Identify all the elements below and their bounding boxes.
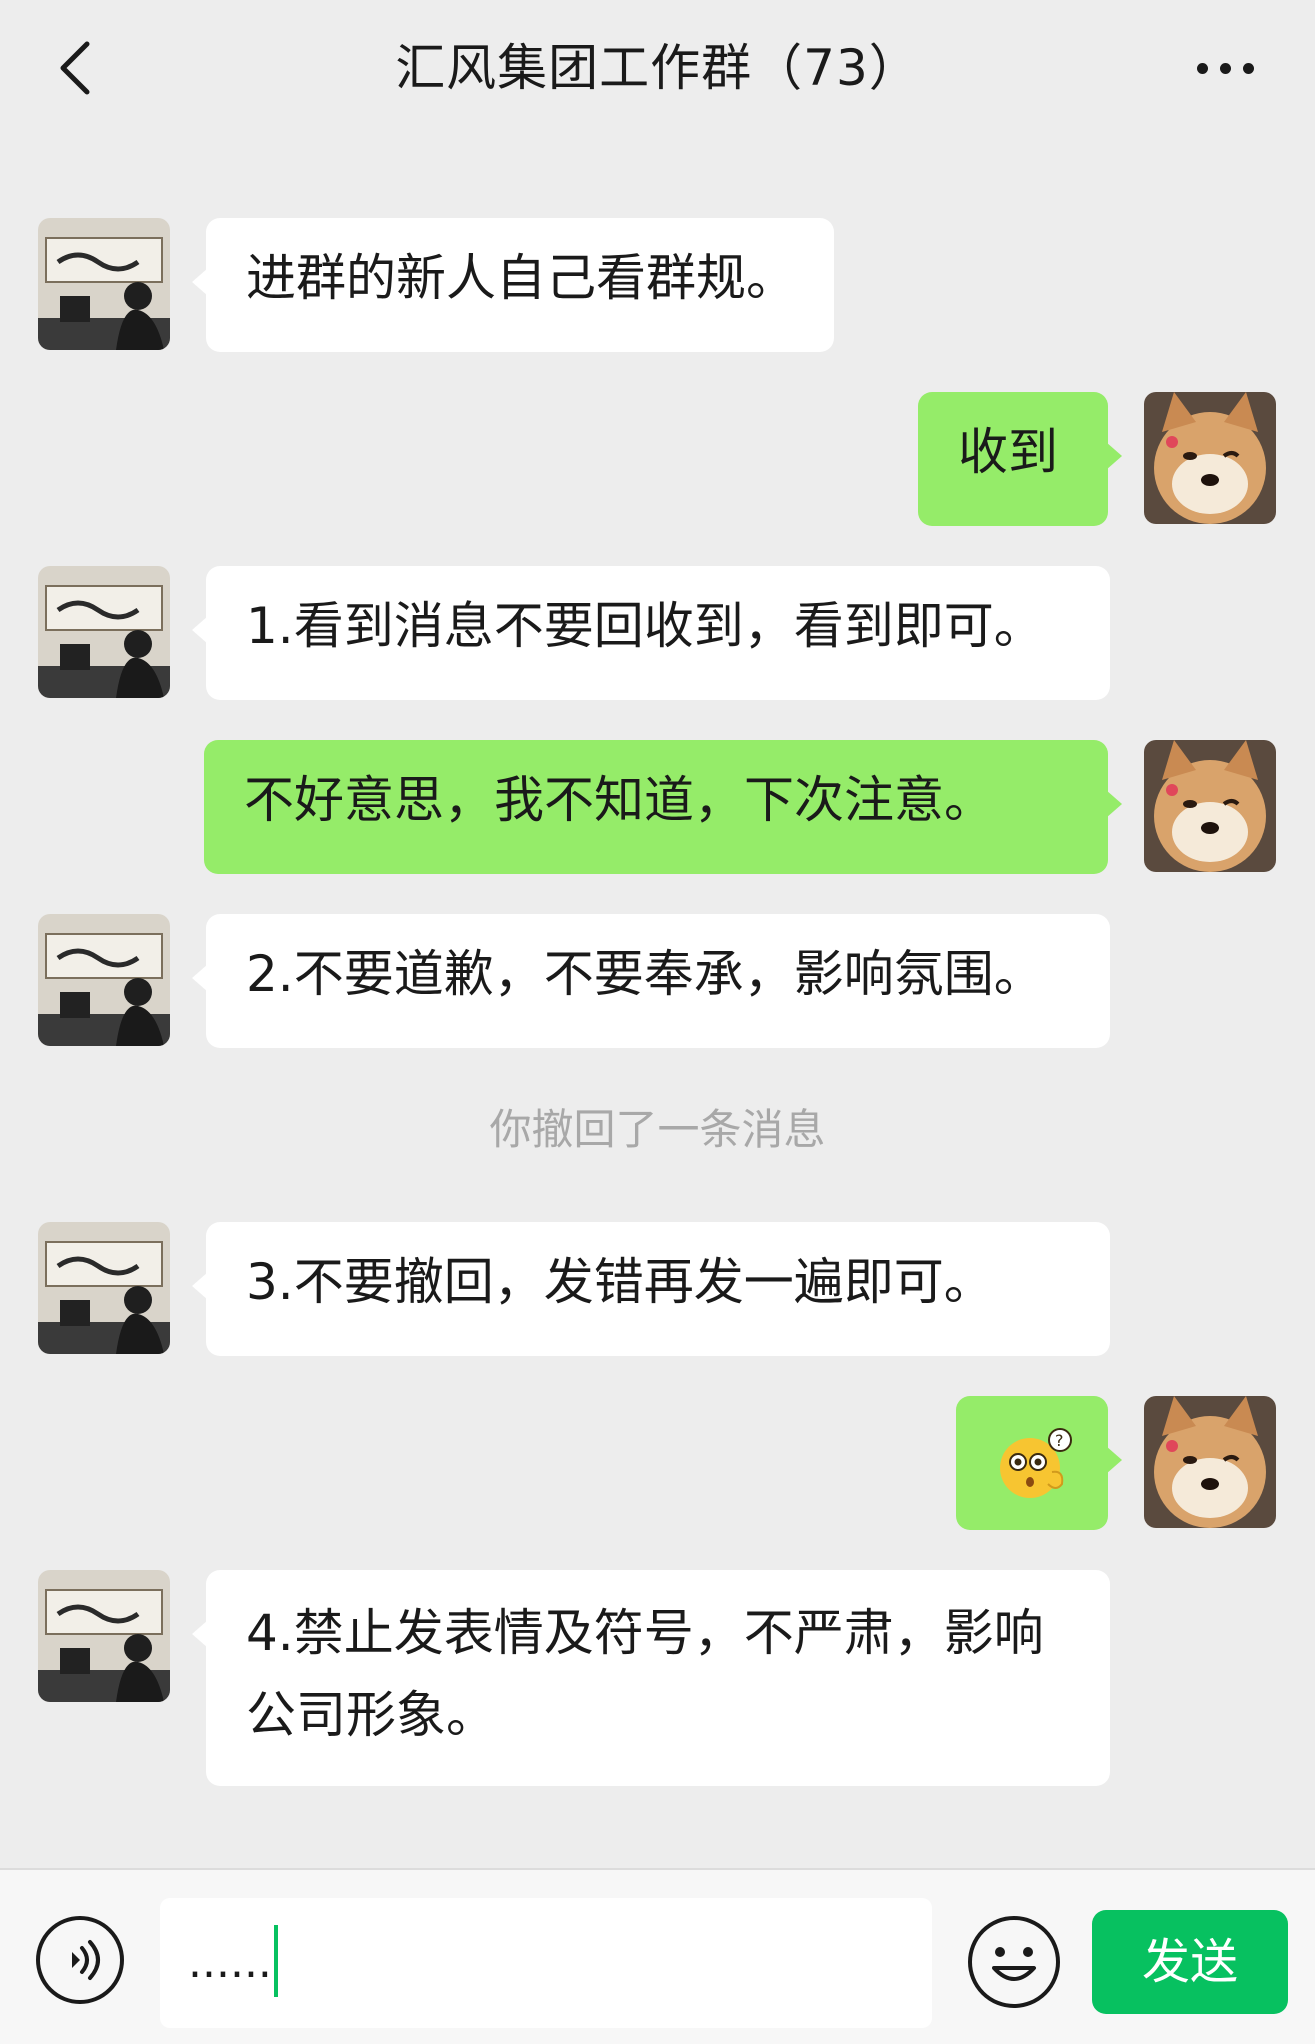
recall-notice: 你撤回了一条消息 bbox=[489, 1105, 826, 1154]
message-text: 2.不要道歉，不要奉承，影响氛围。 bbox=[246, 945, 1044, 1003]
more-dot bbox=[1219, 62, 1231, 74]
emoji-icon bbox=[992, 1947, 1036, 1981]
message-input[interactable]: ...... bbox=[160, 1898, 932, 2028]
message-text: 不好意思，我不知道，下次注意。 bbox=[244, 771, 994, 829]
boss-avatar-image bbox=[38, 1222, 170, 1354]
more-dot bbox=[1242, 62, 1254, 74]
message-bubble-incoming[interactable]: 4.禁止发表情及符号，不严肃，影响公司形象。 bbox=[192, 1570, 1110, 1786]
emoji-button[interactable] bbox=[968, 1916, 1060, 2008]
shiba-avatar-image bbox=[1144, 740, 1276, 872]
voice-button[interactable] bbox=[36, 1916, 124, 2004]
text-caret bbox=[273, 1925, 278, 1997]
avatar-boss[interactable] bbox=[38, 566, 170, 698]
message-bubble-incoming[interactable]: 进群的新人自己看群规。 bbox=[192, 218, 834, 352]
avatar-boss[interactable] bbox=[38, 218, 170, 350]
avatar-me[interactable] bbox=[1144, 392, 1276, 524]
more-button[interactable] bbox=[1175, 38, 1275, 98]
avatar-boss[interactable] bbox=[38, 1570, 170, 1702]
shiba-avatar-image bbox=[1144, 1396, 1276, 1528]
message-bubble-incoming[interactable]: 3.不要撤回，发错再发一遍即可。 bbox=[192, 1222, 1110, 1356]
input-bar: ...... 发送 bbox=[0, 1868, 1315, 2044]
avatar-boss[interactable] bbox=[38, 1222, 170, 1354]
send-button[interactable]: 发送 bbox=[1092, 1910, 1288, 2014]
shiba-avatar-image bbox=[1144, 392, 1276, 524]
message-input-value: ...... bbox=[188, 1937, 272, 1988]
more-dots-icon bbox=[1196, 62, 1208, 74]
chat-title: 汇风集团工作群（73） bbox=[395, 39, 920, 97]
message-bubble-incoming[interactable]: 1.看到消息不要回收到，看到即可。 bbox=[192, 566, 1110, 700]
avatar-boss[interactable] bbox=[38, 914, 170, 1046]
avatar-me[interactable] bbox=[1144, 1396, 1276, 1528]
message-text: 4.禁止发表情及符号，不严肃，影响公司形象。 bbox=[246, 1604, 1044, 1744]
boss-avatar-image bbox=[38, 914, 170, 1046]
avatar-me[interactable] bbox=[1144, 740, 1276, 872]
message-bubble-outgoing[interactable]: 不好意思，我不知道，下次注意。 bbox=[204, 740, 1122, 874]
confused-face-emoji: ? bbox=[1000, 1428, 1072, 1498]
message-text: 进群的新人自己看群规。 bbox=[246, 249, 796, 307]
voice-icon bbox=[72, 1940, 100, 1980]
message-bubble-outgoing[interactable]: ? bbox=[956, 1396, 1122, 1530]
boss-avatar-image bbox=[38, 218, 170, 350]
message-bubble-outgoing[interactable]: 收到 bbox=[918, 392, 1122, 526]
message-text: 3.不要撤回，发错再发一遍即可。 bbox=[246, 1253, 994, 1311]
svg-text:?: ? bbox=[1055, 1431, 1064, 1450]
message-text: 收到 bbox=[958, 423, 1058, 481]
chat-header: 汇风集团工作群（73） bbox=[0, 0, 1315, 140]
boss-avatar-image bbox=[38, 566, 170, 698]
message-text: 1.看到消息不要回收到，看到即可。 bbox=[246, 597, 1044, 655]
boss-avatar-image bbox=[38, 1570, 170, 1702]
message-bubble-incoming[interactable]: 2.不要道歉，不要奉承，影响氛围。 bbox=[192, 914, 1110, 1048]
